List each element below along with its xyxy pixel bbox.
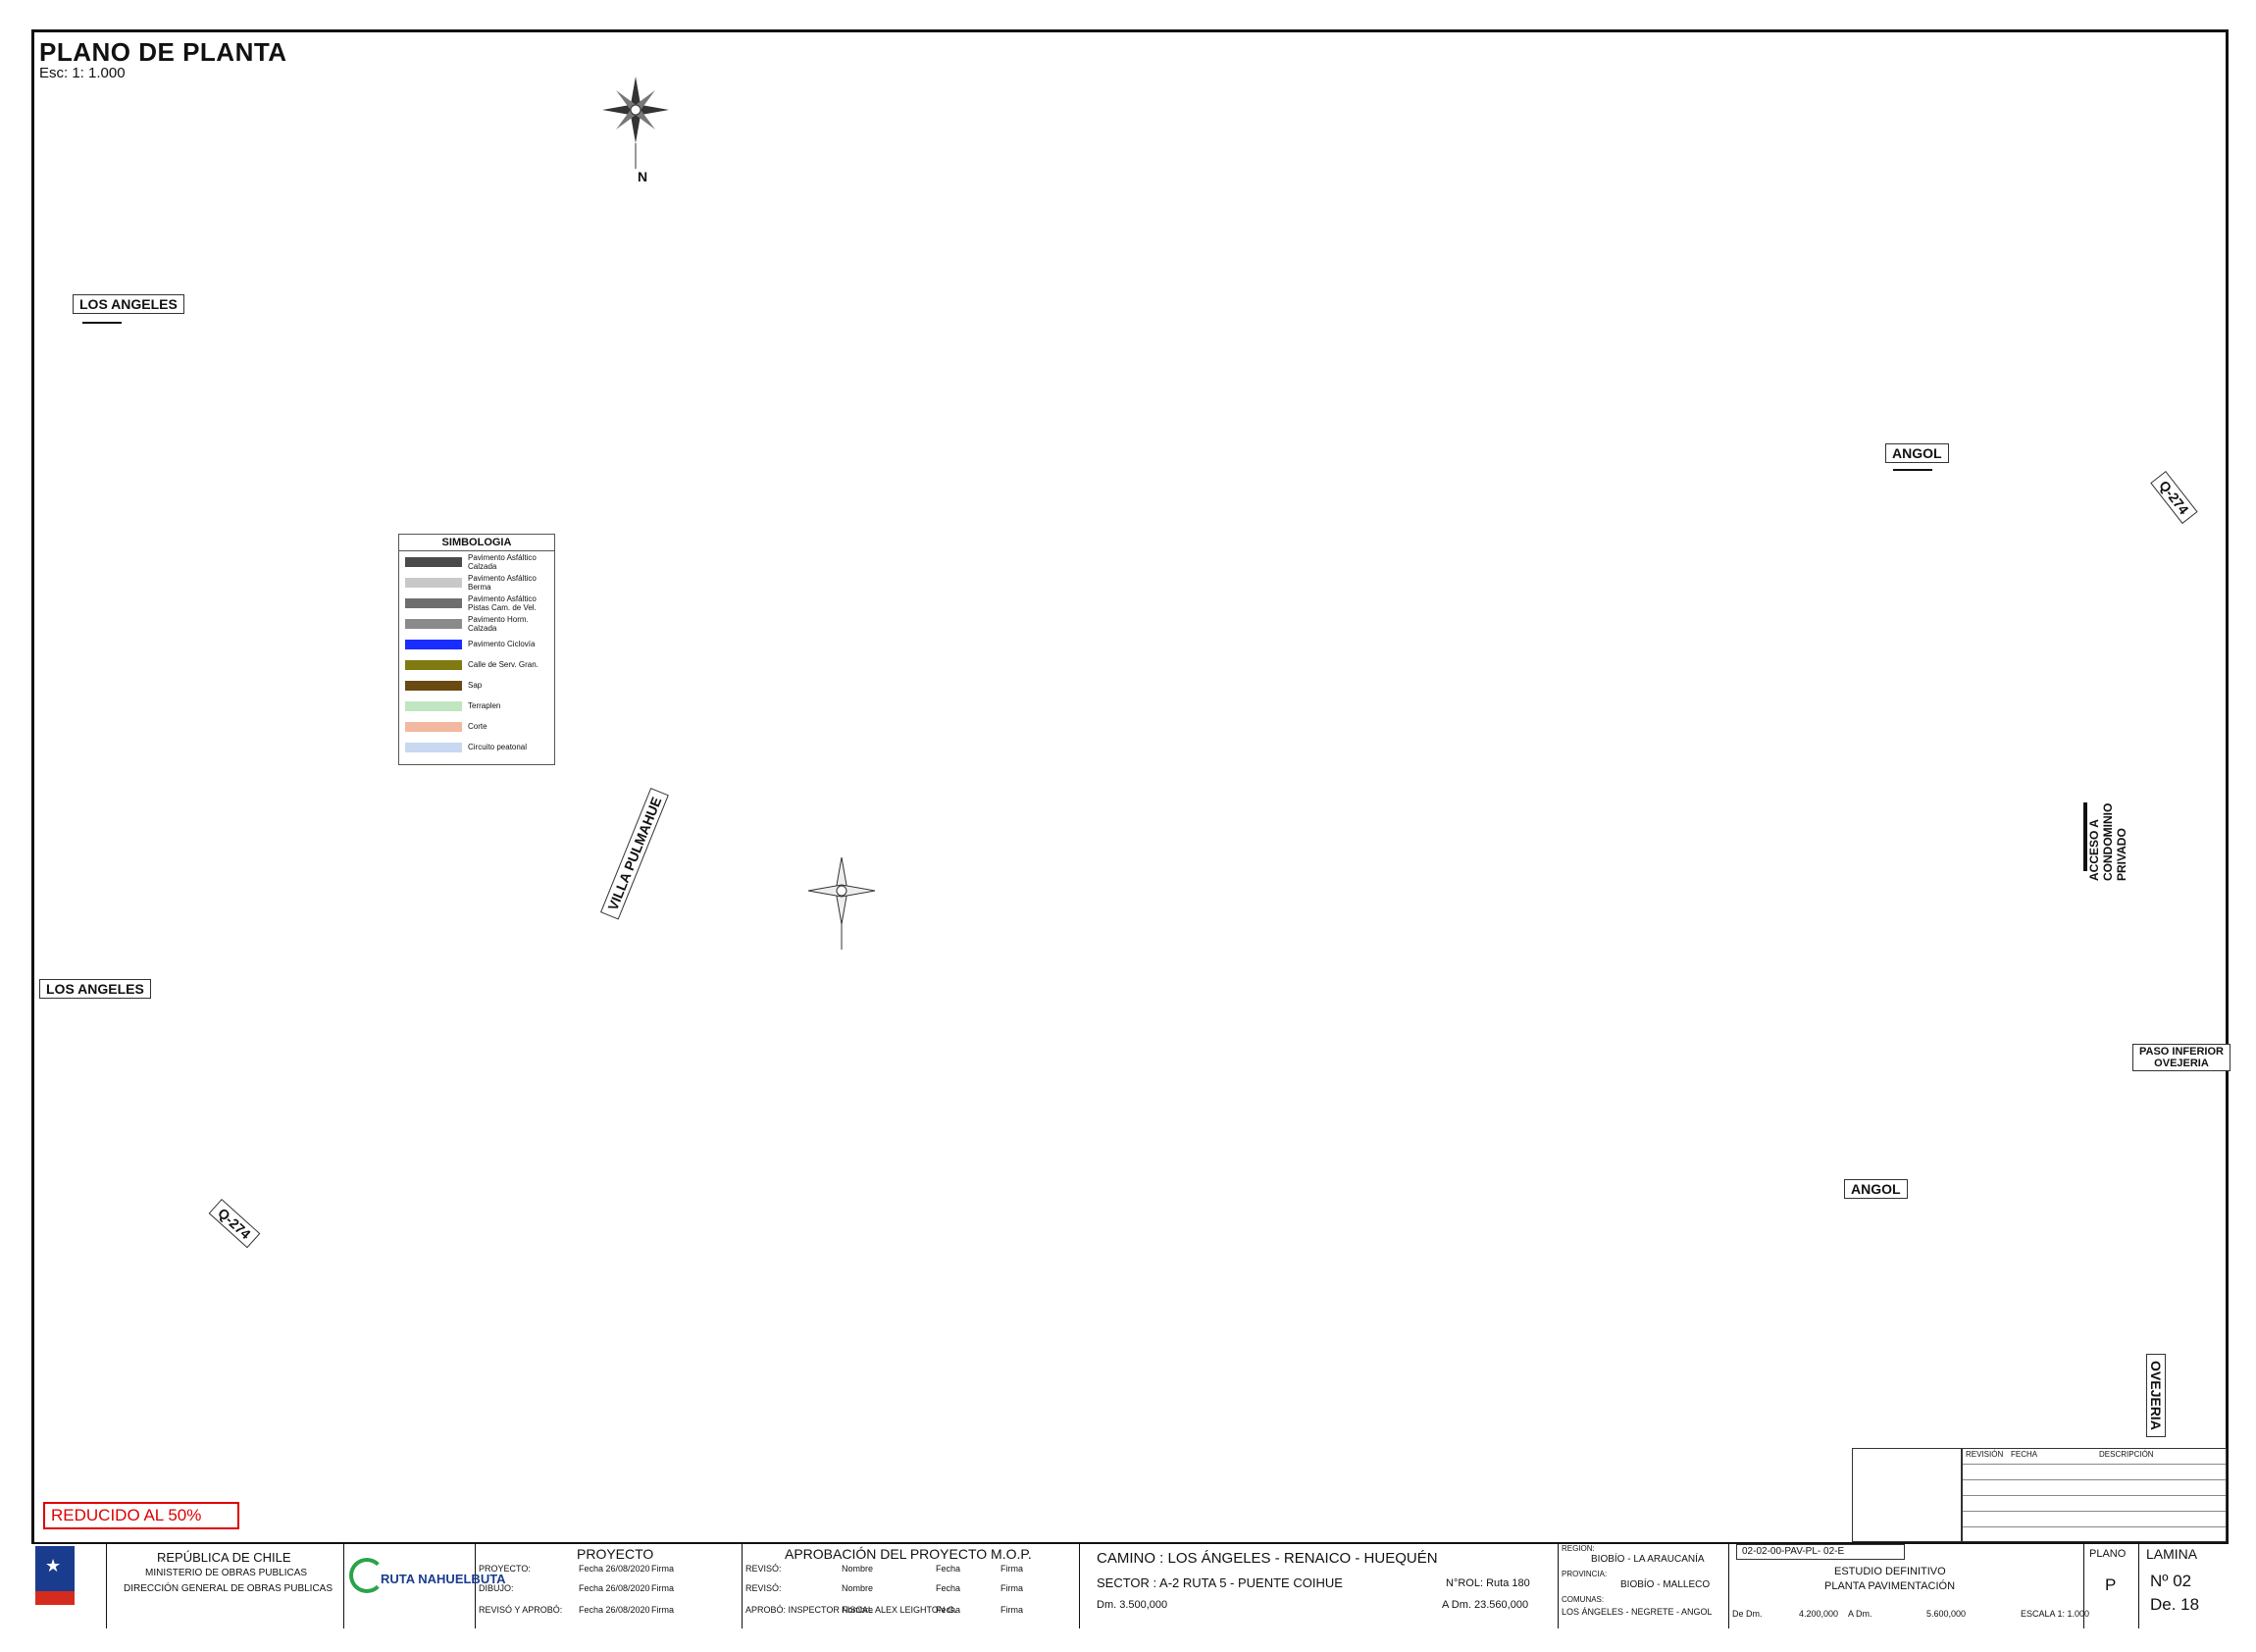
revision-grid xyxy=(1962,1448,2227,1542)
dibujo-firma: Firma xyxy=(651,1583,674,1593)
legend-swatch xyxy=(405,618,462,629)
comunas-label: COMUNAS: xyxy=(1562,1595,1605,1604)
nahuelbuta-logo-icon xyxy=(349,1558,385,1593)
camino: CAMINO : LOS ÁNGELES - RENAICO - HUEQUÉN xyxy=(1097,1550,1438,1567)
arrow-right-icon xyxy=(1893,469,1932,471)
a-dm-label: A Dm. xyxy=(1848,1609,1872,1619)
reviso-firma: Firma xyxy=(651,1605,674,1615)
legend-swatch xyxy=(405,659,462,670)
ministry-line-2: MINISTERIO DE OBRAS PUBLICAS xyxy=(145,1568,308,1578)
reviso-fecha: Fecha 26/08/2020 xyxy=(579,1605,650,1615)
rev-header-fecha: FECHA xyxy=(2011,1450,2038,1459)
label-los-angeles-bottom: LOS ANGELES xyxy=(39,979,151,999)
provincia-label: PROVINCIA: xyxy=(1562,1570,1608,1578)
escala: ESCALA 1: 1.000 xyxy=(2021,1609,2090,1619)
comunas-value: LOS ÁNGELES - NEGRETE - ANGOL xyxy=(1562,1607,1713,1617)
legend-item: Calle de Serv. Gran. xyxy=(399,654,554,675)
legend-swatch xyxy=(405,577,462,588)
legend-item: Corte xyxy=(399,716,554,737)
legend-swatch xyxy=(405,680,462,691)
aprob-row1-firma: Firma xyxy=(1000,1564,1023,1574)
legend-item: Terraplen xyxy=(399,696,554,716)
legend-item: Pavimento Ciclovía xyxy=(399,634,554,654)
region-value: BIOBÍO - LA ARAUCANÍA xyxy=(1591,1554,1705,1565)
legend-item: Pavimento Asfáltico Berma xyxy=(399,572,554,593)
reviso-role: REVISÓ Y APROBÓ: xyxy=(479,1605,563,1615)
legend-swatch xyxy=(405,721,462,732)
sheet-border xyxy=(31,29,2229,1628)
label-acceso-condominio: ACCESO A CONDOMINIO PRIVADO xyxy=(2087,802,2128,881)
km-marker-5500: 5.500 xyxy=(1755,1107,1767,1133)
revision-stamp-box xyxy=(1852,1448,1962,1542)
km-marker-5000: 5.000 xyxy=(372,1075,384,1102)
proyecto-header: PROYECTO xyxy=(577,1546,654,1562)
reduced-scale-notice: REDUCIDO AL 50% xyxy=(43,1502,239,1529)
label-los-angeles-top: LOS ANGELES xyxy=(73,294,184,314)
north-arrow-icon xyxy=(602,77,669,169)
aprob-row2-fecha: Fecha xyxy=(936,1583,961,1593)
region-label: REGION: xyxy=(1562,1544,1595,1553)
legend-swatch xyxy=(405,597,462,608)
plan-scale: Esc: 1: 1.000 xyxy=(39,65,126,81)
aprob-row1-fecha: Fecha xyxy=(936,1564,961,1574)
de-dm-value: 4.200,000 xyxy=(1799,1609,1839,1619)
provincia-value: BIOBÍO - MALLECO xyxy=(1620,1579,1711,1590)
legend: SIMBOLOGIA Pavimento Asfáltico Calzada P… xyxy=(398,534,555,765)
legend-swatch xyxy=(405,556,462,567)
legend-swatch xyxy=(405,639,462,649)
proyecto-role: PROYECTO: xyxy=(479,1564,531,1574)
rev-header-descripcion: DESCRIPCIÓN xyxy=(2099,1450,2154,1459)
dm-end: A Dm. 23.560,000 xyxy=(1442,1599,1529,1611)
plan-code: 02-02-00-PAV-PL- 02-E xyxy=(1742,1546,1845,1557)
legend-swatch xyxy=(405,700,462,711)
dm-start: Dm. 3.500,000 xyxy=(1097,1599,1168,1611)
proyecto-firma: Firma xyxy=(651,1564,674,1574)
estudio-definitivo: ESTUDIO DEFINITIVO xyxy=(1834,1566,1946,1577)
rol: N°ROL: Ruta 180 xyxy=(1446,1577,1530,1589)
dibujo-role: DIBUJO: xyxy=(479,1583,514,1593)
aprobacion-header: APROBACIÓN DEL PROYECTO M.O.P. xyxy=(785,1546,1032,1562)
aprob-row2-nombre: Nombre xyxy=(842,1583,874,1593)
lamina-label: LAMINA xyxy=(2146,1546,2198,1562)
plano-value: P xyxy=(2105,1575,2117,1594)
north-label: N xyxy=(638,169,648,184)
plano-label: PLANO xyxy=(2089,1548,2127,1560)
aprob-row2-rev: REVISÓ: xyxy=(745,1583,782,1593)
arrow-left-icon xyxy=(82,322,122,324)
aprob-row2-firma: Firma xyxy=(1000,1583,1023,1593)
aprob-row1-rev: REVISÓ: xyxy=(745,1564,782,1574)
label-angol-bottom: ANGOL xyxy=(1844,1179,1908,1199)
ministry-line-1: REPÚBLICA DE CHILE xyxy=(157,1550,291,1565)
proyecto-fecha: Fecha 26/08/2020 xyxy=(579,1564,650,1574)
legend-item: Sap xyxy=(399,675,554,696)
aprob-row3-firma: Firma xyxy=(1000,1605,1023,1615)
legend-title: SIMBOLOGIA xyxy=(399,535,554,551)
plan-title: PLANO DE PLANTA xyxy=(39,37,287,67)
lamina-total: De. 18 xyxy=(2150,1595,2200,1614)
a-dm-value: 5.600,000 xyxy=(1926,1609,1967,1619)
north-label-2: N xyxy=(836,952,846,967)
km-marker: 4.500 xyxy=(943,371,954,397)
aprob-row3-fecha: Fecha xyxy=(936,1605,961,1615)
gobierno-chile-logo: ★ xyxy=(35,1546,75,1605)
label-paso-inferior: PASO INFERIOR OVEJERIA xyxy=(2132,1044,2230,1071)
legend-item: Circuito peatonal xyxy=(399,737,554,757)
rev-header-revision: REVISIÓN xyxy=(1966,1450,2004,1459)
ministry-line-3: DIRECCIÓN GENERAL DE OBRAS PUBLICAS xyxy=(124,1583,333,1594)
lamina-number: Nº 02 xyxy=(2150,1572,2192,1590)
legend-swatch xyxy=(405,742,462,752)
legend-item: Pavimento Horm. Calzada xyxy=(399,613,554,634)
label-angol-top: ANGOL xyxy=(1885,443,1949,463)
legend-item: Pavimento Asfáltico Pistas Cam. de Vel. xyxy=(399,593,554,613)
de-dm-label: De Dm. xyxy=(1732,1609,1763,1619)
sector: SECTOR : A-2 RUTA 5 - PUENTE COIHUE xyxy=(1097,1575,1343,1590)
arrow-up-icon xyxy=(2083,802,2087,871)
legend-item: Pavimento Asfáltico Calzada xyxy=(399,551,554,572)
aprob-row1-nombre: Nombre xyxy=(842,1564,874,1574)
planta-pavimentacion: PLANTA PAVIMENTACIÓN xyxy=(1824,1580,1956,1592)
dibujo-fecha: Fecha 26/08/2020 xyxy=(579,1583,650,1593)
label-ovejeria: OVEJERIA xyxy=(2146,1354,2166,1437)
